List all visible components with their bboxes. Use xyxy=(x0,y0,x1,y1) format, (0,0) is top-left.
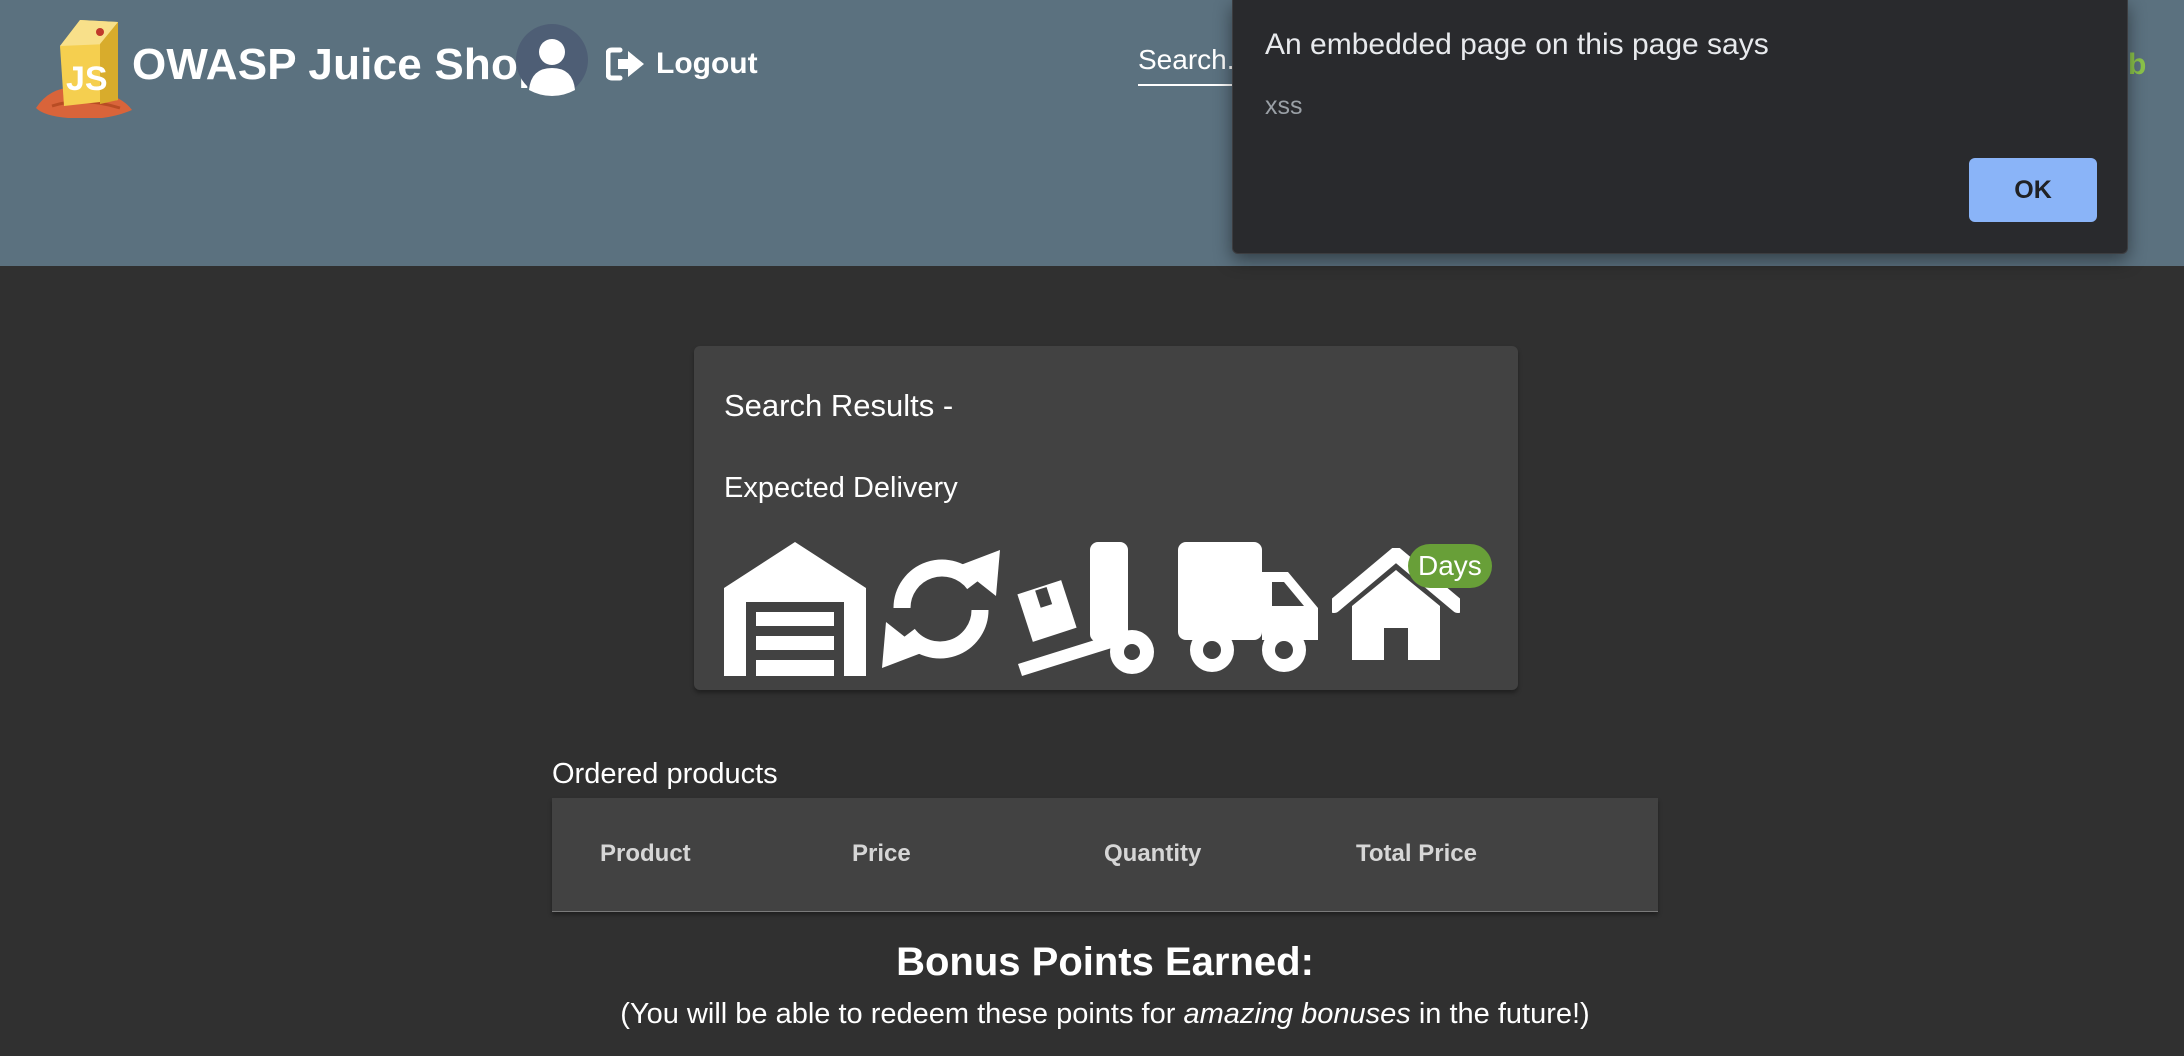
alert-message: xss xyxy=(1265,92,1303,120)
sign-out-icon xyxy=(606,47,644,81)
alert-dialog: An embedded page on this page says xss O… xyxy=(1232,0,2128,254)
bonus-note-emphasis: amazing bonuses xyxy=(1183,998,1411,1030)
search-field[interactable] xyxy=(1138,38,1238,86)
alert-title: An embedded page on this page says xyxy=(1265,28,1769,61)
logout-button[interactable]: Logout xyxy=(606,42,758,86)
expected-delivery-label: Expected Delivery xyxy=(724,472,958,504)
svg-text:JS: JS xyxy=(66,60,108,98)
avatar-icon[interactable] xyxy=(516,24,588,96)
juice-shop-logo-icon[interactable]: JS xyxy=(34,10,134,118)
bonus-note-suffix: in the future!) xyxy=(1410,998,1590,1030)
column-header-price[interactable]: Price xyxy=(852,840,911,868)
bonus-points-note: (You will be able to redeem these points… xyxy=(0,998,2184,1031)
partially-hidden-text: b xyxy=(2128,48,2147,81)
truck-icon xyxy=(1178,542,1318,672)
bonus-points-title: Bonus Points Earned: xyxy=(896,940,1314,984)
dolly-icon xyxy=(1017,542,1154,676)
search-results-card: Search Results - Expected Delivery Days xyxy=(694,346,1518,690)
bonus-note-prefix: (You will be able to redeem these points… xyxy=(620,998,1184,1030)
ordered-products-label: Ordered products xyxy=(552,758,778,790)
warehouse-icon xyxy=(724,542,866,676)
search-results-title: Search Results - xyxy=(724,388,954,423)
column-header-total-price[interactable]: Total Price xyxy=(1356,840,1477,868)
column-header-quantity[interactable]: Quantity xyxy=(1104,840,1201,868)
app-title[interactable]: OWASP Juice Shop xyxy=(132,40,545,90)
search-input[interactable] xyxy=(1138,38,1238,82)
sync-icon xyxy=(882,550,1000,668)
delivery-progress xyxy=(724,542,1494,676)
page: JS OWASP Juice Shop Logout b An embedded… xyxy=(0,0,2184,1056)
ordered-products-table: Product Price Quantity Total Price xyxy=(552,798,1658,912)
logout-label: Logout xyxy=(656,47,758,80)
alert-ok-button[interactable]: OK xyxy=(1969,158,2097,222)
days-badge: Days xyxy=(1408,544,1492,588)
column-header-product[interactable]: Product xyxy=(600,840,691,868)
